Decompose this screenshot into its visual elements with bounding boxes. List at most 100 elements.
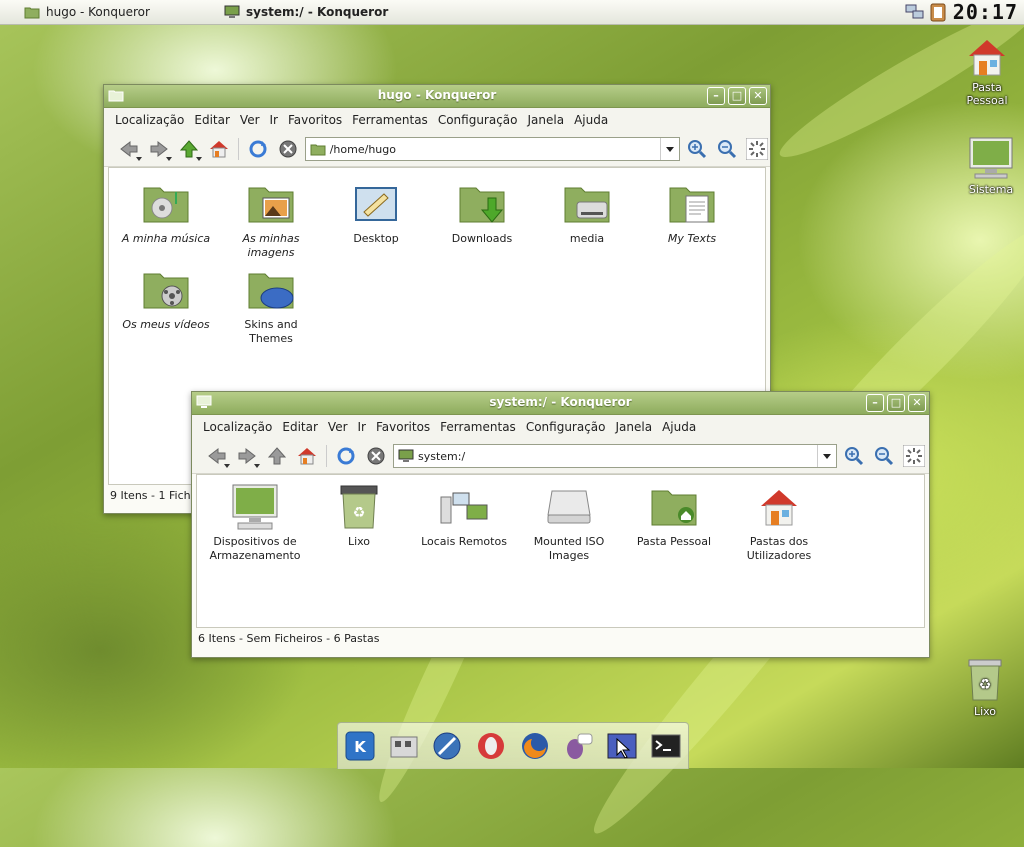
zoom-out-icon bbox=[875, 447, 894, 466]
dock-messenger[interactable] bbox=[562, 729, 596, 763]
desktop-icon-trash[interactable]: ♻ Lixo bbox=[950, 656, 1020, 718]
file-item[interactable]: A minha música bbox=[116, 180, 216, 246]
chevron-down-icon bbox=[823, 453, 831, 459]
desktop-icon-system[interactable]: Sistema bbox=[956, 136, 1024, 196]
menu-ir[interactable]: Ir bbox=[353, 420, 371, 434]
location-bar[interactable]: system:/ bbox=[393, 444, 837, 468]
file-item[interactable]: Mounted ISO Images bbox=[519, 483, 619, 563]
home-button[interactable] bbox=[294, 443, 320, 469]
music-folder-icon bbox=[143, 187, 189, 223]
status-bar: 6 Itens - Sem Ficheiros - 6 Pastas bbox=[198, 632, 380, 645]
file-label: Mounted ISO Images bbox=[533, 535, 605, 562]
close-button[interactable]: ✕ bbox=[749, 87, 767, 105]
desktop-icon-home[interactable]: Pasta Pessoal bbox=[952, 36, 1022, 107]
menu-ajuda[interactable]: Ajuda bbox=[569, 113, 613, 127]
menu-ferramentas[interactable]: Ferramentas bbox=[347, 113, 433, 127]
file-view: Dispositivos de Armazenamento ♻ Lixo Loc… bbox=[196, 474, 925, 628]
svg-text:♻: ♻ bbox=[979, 677, 992, 693]
zoom-in-button[interactable] bbox=[841, 443, 867, 469]
reload-button[interactable] bbox=[333, 443, 359, 469]
location-text: system:/ bbox=[418, 449, 466, 463]
menubar: Localização Editar Ver Ir Favoritos Ferr… bbox=[104, 108, 770, 132]
reload-button[interactable] bbox=[245, 136, 271, 162]
dock-terminal[interactable] bbox=[649, 729, 683, 763]
desktop-icon-label: Pasta Pessoal bbox=[966, 81, 1008, 107]
menubar: Localização Editar Ver Ir Favoritos Ferr… bbox=[192, 415, 929, 439]
menu-ir[interactable]: Ir bbox=[265, 113, 283, 127]
home-button[interactable] bbox=[206, 136, 232, 162]
zoom-in-button[interactable] bbox=[684, 136, 710, 162]
stop-icon bbox=[367, 447, 385, 465]
stop-button[interactable] bbox=[275, 136, 301, 162]
dock-web-browser[interactable] bbox=[430, 729, 464, 763]
dock-file-manager[interactable] bbox=[387, 729, 421, 763]
maximize-button[interactable]: □ bbox=[728, 87, 746, 105]
menu-localizacao[interactable]: Localização bbox=[198, 420, 277, 434]
zoom-out-button[interactable] bbox=[871, 443, 897, 469]
location-bar[interactable]: /home/hugo bbox=[304, 137, 681, 161]
file-item[interactable]: Pastas dos Utilizadores bbox=[729, 483, 829, 563]
network-icon[interactable] bbox=[905, 3, 925, 21]
opera-icon bbox=[478, 733, 505, 759]
task-hugo-konqueror[interactable]: hugo - Konqueror bbox=[24, 3, 150, 21]
dock-firefox[interactable] bbox=[518, 729, 552, 763]
file-item[interactable]: Dispositivos de Armazenamento bbox=[205, 483, 305, 563]
file-item[interactable]: Os meus vídeos bbox=[116, 266, 216, 332]
videos-folder-icon bbox=[143, 273, 189, 309]
file-item[interactable]: Locais Remotos bbox=[414, 483, 514, 549]
separator bbox=[326, 445, 327, 467]
pointer-app-icon bbox=[607, 733, 637, 759]
file-item[interactable]: ♻ Lixo bbox=[309, 483, 409, 549]
menu-favoritos[interactable]: Favoritos bbox=[371, 420, 435, 434]
maximize-button[interactable]: □ bbox=[887, 394, 905, 412]
zoom-in-icon bbox=[688, 140, 707, 159]
menu-ajuda[interactable]: Ajuda bbox=[657, 420, 701, 434]
file-item[interactable]: media bbox=[537, 180, 637, 246]
back-button[interactable] bbox=[116, 136, 142, 162]
stop-button[interactable] bbox=[363, 443, 389, 469]
location-dropdown[interactable] bbox=[660, 138, 679, 160]
file-item[interactable]: Downloads bbox=[432, 180, 532, 246]
zoom-out-button[interactable] bbox=[714, 136, 740, 162]
dock-kde-menu[interactable]: K bbox=[343, 729, 377, 763]
up-button[interactable] bbox=[176, 136, 202, 162]
task-system-konqueror[interactable]: system:/ - Konqueror bbox=[224, 3, 388, 21]
up-button[interactable] bbox=[264, 443, 290, 469]
media-folder-icon bbox=[564, 187, 610, 223]
menu-ver[interactable]: Ver bbox=[235, 113, 265, 127]
arrow-up-icon bbox=[179, 140, 198, 158]
menu-editar[interactable]: Editar bbox=[189, 113, 235, 127]
file-item[interactable]: Skins and Themes bbox=[221, 266, 321, 346]
clock[interactable]: 20:17 bbox=[951, 0, 1020, 24]
arrow-left-icon bbox=[120, 140, 138, 158]
dock-opera[interactable] bbox=[474, 729, 508, 763]
clipboard-icon[interactable] bbox=[929, 2, 947, 22]
file-item[interactable]: Desktop bbox=[326, 180, 426, 246]
system-tray: 20:17 bbox=[905, 0, 1024, 24]
location-dropdown[interactable] bbox=[817, 445, 836, 467]
file-item[interactable]: Pasta Pessoal bbox=[624, 483, 724, 549]
file-item[interactable]: My Texts bbox=[642, 180, 742, 246]
minimize-button[interactable]: – bbox=[866, 394, 884, 412]
menu-ver[interactable]: Ver bbox=[323, 420, 353, 434]
back-button[interactable] bbox=[204, 443, 230, 469]
iso-drive-icon bbox=[547, 490, 591, 524]
status-bar: 9 Itens - 1 Fich bbox=[110, 489, 191, 502]
close-button[interactable]: ✕ bbox=[908, 394, 926, 412]
menu-localizacao[interactable]: Localização bbox=[110, 113, 189, 127]
minimize-button[interactable]: – bbox=[707, 87, 725, 105]
titlebar[interactable]: system:/ - Konqueror – □ ✕ bbox=[192, 392, 929, 415]
menu-janela[interactable]: Janela bbox=[523, 113, 570, 127]
dock-pointer-app[interactable] bbox=[605, 729, 639, 763]
file-label: My Texts bbox=[667, 232, 717, 245]
menu-configuracao[interactable]: Configuração bbox=[433, 113, 523, 127]
forward-button[interactable] bbox=[234, 443, 260, 469]
menu-janela[interactable]: Janela bbox=[611, 420, 658, 434]
menu-configuracao[interactable]: Configuração bbox=[521, 420, 611, 434]
menu-favoritos[interactable]: Favoritos bbox=[283, 113, 347, 127]
menu-editar[interactable]: Editar bbox=[277, 420, 323, 434]
forward-button[interactable] bbox=[146, 136, 172, 162]
file-item[interactable]: As minhas imagens bbox=[221, 180, 321, 260]
menu-ferramentas[interactable]: Ferramentas bbox=[435, 420, 521, 434]
titlebar[interactable]: hugo - Konqueror – □ ✕ bbox=[104, 85, 770, 108]
